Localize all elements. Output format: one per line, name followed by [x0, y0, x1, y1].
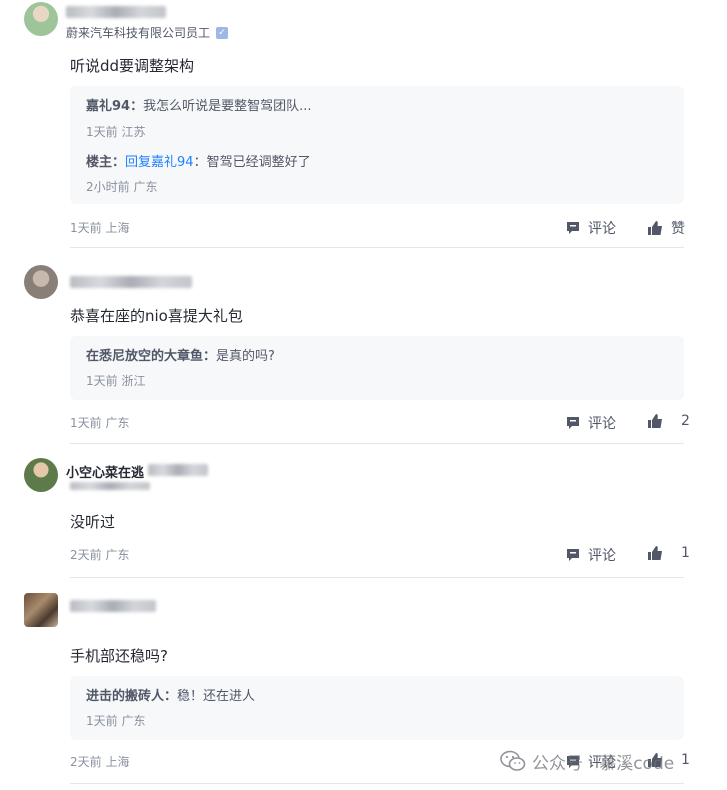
comment-icon — [567, 222, 579, 234]
comment-label: 评论 — [588, 221, 616, 237]
author-affiliation: 蔚来汽车科技有限公司员工 ✓ — [66, 24, 229, 41]
reply-meta: 2小时前 广东 — [86, 180, 158, 194]
wechat-icon — [500, 750, 526, 771]
like-label: 赞 — [671, 221, 685, 237]
reply-meta: 1天前 广东 — [86, 714, 146, 728]
reply-text: 我怎么听说是要整智驾团队... — [143, 99, 312, 114]
reply-meta: 1天前 江苏 — [86, 125, 146, 139]
reply-box: 嘉礼94：我怎么听说是要整智驾团队... 1天前 江苏 楼主：回复嘉礼94：智驾… — [70, 86, 684, 204]
comment-icon — [567, 549, 579, 561]
author-name-blur — [148, 464, 208, 476]
affiliation-text: 蔚来汽车科技有限公司员工 — [66, 26, 211, 40]
thumbs-up-icon — [648, 221, 662, 235]
comment-meta: 1天前 广东 — [70, 416, 130, 430]
comment-button[interactable]: 评论 — [566, 413, 616, 433]
author-name-text: 小空心菜在逃 — [66, 466, 145, 481]
reply-text: 是真的吗? — [216, 349, 275, 364]
like-count: 2 — [681, 413, 690, 429]
comment-text: 听说dd要调整架构 — [70, 57, 195, 75]
comment-text: 恭喜在座的nio喜提大礼包 — [70, 307, 243, 325]
like-button[interactable]: 1 — [648, 545, 690, 561]
avatar[interactable] — [24, 2, 58, 36]
avatar[interactable] — [24, 593, 58, 627]
avatar[interactable] — [24, 265, 58, 299]
reply-author[interactable]: 楼主： — [86, 155, 125, 170]
like-count: 1 — [681, 545, 690, 561]
author-affiliation-blur — [70, 482, 150, 490]
reply-author[interactable]: 嘉礼94： — [86, 99, 143, 114]
reply-meta: 1天前 浙江 — [86, 374, 146, 388]
reply-text: 稳！还在进人 — [177, 689, 256, 704]
comment-meta: 1天前 上海 — [70, 221, 130, 235]
comment-button[interactable]: 评论 — [566, 545, 616, 565]
watermark: 公众号 · 慕溪code — [500, 748, 720, 774]
like-button[interactable]: 2 — [648, 413, 690, 429]
reply-text: ：智驾已经调整好了 — [193, 155, 311, 170]
comment-icon — [567, 417, 579, 429]
reply-box: 进击的搬砖人：稳！还在进人 1天前 广东 — [70, 676, 684, 740]
reply-box: 在悉尼放空的大章鱼：是真的吗? 1天前 浙江 — [70, 336, 684, 400]
comment-text: 没听过 — [70, 513, 116, 531]
reply: 进击的搬砖人：稳！还在进人 — [86, 685, 255, 704]
author-name[interactable] — [66, 6, 166, 18]
comment-meta: 2天前 广东 — [70, 548, 130, 562]
author-name[interactable]: 小空心菜在逃 — [66, 462, 144, 481]
comment-meta: 2天前 上海 — [70, 755, 130, 769]
reply: 在悉尼放空的大章鱼：是真的吗? — [86, 345, 275, 364]
avatar[interactable] — [24, 458, 58, 492]
reply: 楼主：回复嘉礼94：智驾已经调整好了 — [86, 151, 311, 170]
verified-icon: ✓ — [216, 26, 229, 39]
divider — [70, 783, 684, 784]
reply: 嘉礼94：我怎么听说是要整智驾团队... — [86, 95, 312, 114]
author-name[interactable] — [70, 600, 156, 612]
thumbs-up-icon — [648, 546, 662, 560]
reply-to-link[interactable]: 回复嘉礼94 — [125, 155, 194, 170]
author-name[interactable] — [70, 276, 192, 288]
watermark-text: 公众号 · 慕溪code — [532, 753, 675, 774]
comment-text: 手机部还稳吗? — [70, 647, 168, 665]
like-button[interactable]: 赞 — [648, 218, 685, 238]
reply-author[interactable]: 进击的搬砖人： — [86, 689, 177, 704]
comment-button[interactable]: 评论 — [566, 218, 616, 238]
reply-author[interactable]: 在悉尼放空的大章鱼： — [86, 349, 216, 364]
comment-item: 蔚来汽车科技有限公司员工 ✓ 听说dd要调整架构 嘉礼94：我怎么听说是要整智驾… — [0, 0, 727, 248]
thumbs-up-icon — [648, 414, 662, 428]
comment-item: 小空心菜在逃 没听过 2天前 广东 评论 1 — [0, 444, 727, 578]
comment-label: 评论 — [588, 548, 616, 564]
comment-item: 恭喜在座的nio喜提大礼包 在悉尼放空的大章鱼：是真的吗? 1天前 浙江 1天前… — [0, 248, 727, 444]
comment-label: 评论 — [588, 416, 616, 432]
